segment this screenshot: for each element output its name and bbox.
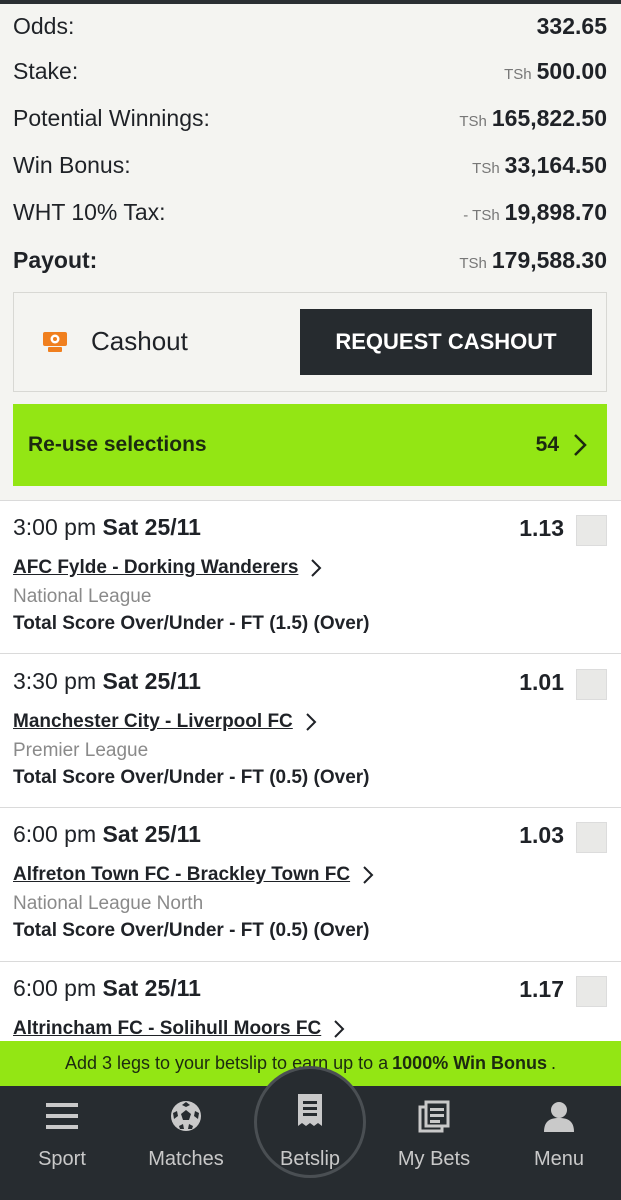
selection-time: 6:00 pm (13, 975, 97, 1001)
selection-time: 3:30 pm (13, 668, 97, 694)
selection-market: Total Score Over/Under - FT (1.5) (Over) (13, 613, 370, 634)
payout-label: Payout: (13, 246, 98, 273)
stake-row: Stake: TSh 500.00 (13, 56, 607, 86)
hamburger-list-icon (46, 1103, 78, 1129)
selection-checkbox[interactable] (576, 822, 607, 853)
selection-time: 3:00 pm (13, 514, 97, 540)
nav-menu-label: Menu (533, 1148, 585, 1170)
reuse-selections-count: 54 (535, 433, 559, 456)
tax-currency: - TSh (463, 206, 500, 224)
selection-checkbox[interactable] (576, 976, 607, 1007)
nav-betslip[interactable]: Betslip (254, 1066, 366, 1178)
win-bonus-label: Win Bonus: (13, 151, 131, 178)
selection-odds: 1.17 (519, 976, 564, 1002)
win-bonus-value: 33,164.50 (504, 151, 607, 178)
betslip-receipt-icon (298, 1094, 322, 1126)
payout-value: 179,588.30 (491, 246, 607, 273)
selection-match: AFC Fylde - Dorking Wanderers (13, 557, 299, 578)
selection-date: Sat 25/11 (102, 668, 201, 694)
payout-currency: TSh (459, 254, 487, 272)
bonus-currency: TSh (472, 159, 500, 177)
win-bonus-amount: TSh 33,164.50 (472, 152, 607, 179)
potential-winnings-row: Potential Winnings: TSh 165,822.50 (13, 103, 607, 133)
cashout-label: Cashout (91, 326, 188, 356)
selection-match-link[interactable]: AFC Fylde - Dorking Wanderers (13, 557, 322, 579)
bonus-banner-highlight: 1000% Win Bonus (392, 1053, 548, 1073)
selection-league: National League (13, 586, 152, 607)
selection-match: Manchester City - Liverpool FC (13, 711, 293, 732)
bonus-banner-prefix: Add 3 legs to your betslip to earn up to… (64, 1053, 389, 1073)
reuse-selections-label: Re-use selections (28, 433, 207, 456)
selection-odds: 1.01 (519, 669, 564, 695)
tax-row: WHT 10% Tax: - TSh 19,898.70 (13, 197, 607, 227)
chevron-right-icon (306, 713, 317, 731)
divider (0, 653, 621, 654)
payout-amount: TSh 179,588.30 (459, 247, 607, 274)
chevron-right-icon (574, 434, 587, 456)
stake-amount: TSh 500.00 (504, 58, 607, 85)
selection-date: Sat 25/11 (102, 514, 201, 540)
bet-summary: Odds: 332.65 Stake: TSh 500.00 Potential … (0, 4, 621, 500)
nav-matches-label: Matches (148, 1148, 224, 1170)
odds-value: 332.65 (536, 12, 607, 39)
selection-item: 3:30 pm Sat 25/11 1.01 Manchester City -… (0, 655, 621, 809)
chevron-right-icon (334, 1020, 345, 1038)
football-icon (171, 1101, 201, 1131)
cashout-icon (43, 332, 67, 352)
tax-label: WHT 10% Tax: (13, 198, 166, 225)
payout-row: Payout: TSh 179,588.30 (13, 245, 607, 275)
tax-value: 19,898.70 (504, 198, 607, 225)
stake-value: 500.00 (536, 57, 607, 84)
stake-label: Stake: (13, 57, 79, 84)
nav-menu[interactable]: Menu (497, 1086, 621, 1200)
my-bets-icon (418, 1100, 450, 1133)
bonus-banner-suffix: . (551, 1053, 557, 1073)
selection-item: 6:00 pm Sat 25/11 1.17 Altrincham FC - S… (0, 962, 621, 1041)
nav-sport-label: Sport (38, 1148, 86, 1170)
selection-odds: 1.03 (519, 822, 564, 848)
selection-checkbox[interactable] (576, 515, 607, 546)
selection-match: Altrincham FC - Solihull Moors FC (13, 1018, 322, 1039)
chevron-right-icon (363, 866, 374, 884)
potential-winnings-amount: TSh 165,822.50 (459, 105, 607, 132)
stake-currency: TSh (504, 65, 532, 83)
user-icon (544, 1102, 574, 1132)
nav-matches[interactable]: Matches (124, 1086, 248, 1200)
selection-market: Total Score Over/Under - FT (0.5) (Over) (13, 920, 370, 941)
selection-league: National League North (13, 893, 204, 914)
request-cashout-button[interactable]: REQUEST CASHOUT (300, 309, 592, 375)
tax-amount: - TSh 19,898.70 (463, 199, 607, 226)
nav-my-bets[interactable]: My Bets (372, 1086, 496, 1200)
selection-item: 6:00 pm Sat 25/11 1.03 Alfreton Town FC … (0, 808, 621, 962)
potential-winnings-label: Potential Winnings: (13, 104, 210, 131)
selection-match-link[interactable]: Alfreton Town FC - Brackley Town FC (13, 864, 374, 886)
nav-my-bets-label: My Bets (397, 1148, 471, 1170)
selection-date: Sat 25/11 (102, 975, 201, 1001)
potential-winnings-value: 165,822.50 (491, 104, 607, 131)
selection-time: 6:00 pm (13, 821, 97, 847)
nav-sport[interactable]: Sport (0, 1086, 124, 1200)
selection-checkbox[interactable] (576, 669, 607, 700)
chevron-right-icon (311, 559, 322, 577)
cashout-panel: Cashout REQUEST CASHOUT (13, 292, 607, 392)
selection-market: Total Score Over/Under - FT (0.5) (Over) (13, 767, 370, 788)
selection-match-link[interactable]: Manchester City - Liverpool FC (13, 711, 317, 733)
selection-item: 3:00 pm Sat 25/11 1.13 AFC Fylde - Dorki… (0, 501, 621, 655)
odds-row: Odds: 332.65 (13, 11, 607, 41)
reuse-selections-button[interactable]: Re-use selections 54 (13, 404, 607, 486)
selection-match: Alfreton Town FC - Brackley Town FC (13, 864, 351, 885)
nav-betslip-label: Betslip (279, 1148, 341, 1170)
selection-league: Premier League (13, 740, 149, 761)
selection-match-link[interactable]: Altrincham FC - Solihull Moors FC (13, 1018, 345, 1040)
win-bonus-row: Win Bonus: TSh 33,164.50 (13, 150, 607, 180)
selection-odds: 1.13 (519, 515, 564, 541)
odds-label: Odds: (13, 12, 75, 39)
selection-date: Sat 25/11 (102, 821, 201, 847)
potential-currency: TSh (459, 112, 487, 130)
